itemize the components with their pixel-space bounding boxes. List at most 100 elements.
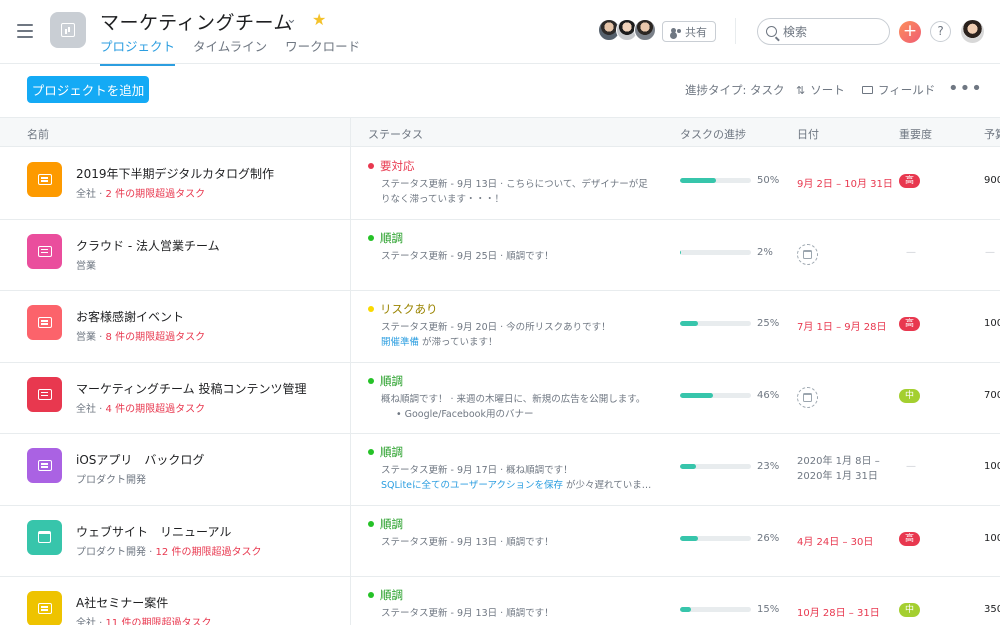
tab-workload[interactable]: ワークロード xyxy=(285,36,360,66)
overdue-count[interactable]: 4 件の期限超過タスク xyxy=(106,404,206,415)
date-picker-button[interactable] xyxy=(797,243,818,265)
project-name[interactable]: 2019年下半期デジタルカタログ制作 xyxy=(76,165,274,182)
column-header-date[interactable]: 日付 xyxy=(797,126,819,142)
project-icon[interactable] xyxy=(27,376,62,412)
priority-badge[interactable]: 中 xyxy=(899,603,921,617)
progress-percent: 2% xyxy=(757,246,773,258)
budget-value[interactable]: 100 xyxy=(984,461,1000,472)
table-row[interactable]: iOSアプリ バックログ プロダクト開発 順調 ステータス更新 - 9月 17日 · … xyxy=(0,434,1000,506)
separator: · xyxy=(96,618,106,625)
status-text: 順調 xyxy=(380,373,403,388)
budget-value[interactable]: 700 xyxy=(984,390,1000,401)
date-line: 2020年 1月 31日 xyxy=(797,471,878,482)
project-icon[interactable] xyxy=(27,305,62,340)
separator: · xyxy=(96,332,106,343)
overdue-count[interactable]: 8 件の期限超過タスク xyxy=(106,332,206,343)
priority-badge[interactable]: 高 xyxy=(899,174,921,188)
add-project-button[interactable]: プロジェクトを追加 xyxy=(27,76,149,103)
overdue-count[interactable]: 12 件の期限超過タスク xyxy=(156,547,262,558)
budget-value[interactable]: 100 xyxy=(984,533,1000,544)
status-label[interactable]: 順調 xyxy=(368,587,403,603)
status-label[interactable]: リスクあり xyxy=(368,301,438,317)
column-header-budget[interactable]: 予算 xyxy=(984,126,1000,142)
date-range[interactable]: 2020年 1月 8日 – 2020年 1月 31日 xyxy=(797,454,880,484)
status-dot-icon xyxy=(368,306,374,312)
budget-empty[interactable]: — xyxy=(985,247,995,258)
date-range[interactable]: 10月 28日 – 31日 xyxy=(797,604,880,619)
project-name[interactable]: マーケティングチーム 投稿コンテンツ管理 xyxy=(76,380,307,397)
status-label[interactable]: 順調 xyxy=(368,230,403,246)
fields-button[interactable]: フィールド xyxy=(862,82,935,98)
project-name[interactable]: iOSアプリ バックログ xyxy=(76,451,204,468)
status-label[interactable]: 順調 xyxy=(368,444,403,460)
task-link[interactable]: 開催準備 xyxy=(381,337,419,348)
table-row[interactable]: ウェブサイト リニューアル プロダクト開発 · 12 件の期限超過タスク 順調 ステー… xyxy=(0,506,1000,577)
column-header-progress[interactable]: タスクの進捗 xyxy=(680,126,746,142)
budget-value[interactable]: 900 xyxy=(984,175,1000,186)
user-avatar[interactable] xyxy=(961,20,984,43)
project-name[interactable]: ウェブサイト リニューアル xyxy=(76,523,231,540)
table-row[interactable]: 2019年下半期デジタルカタログ制作 全社 · 2 件の期限超過タスク 要対応 ステー… xyxy=(0,148,1000,220)
progress-bar xyxy=(680,392,751,398)
table-row[interactable]: マーケティングチーム 投稿コンテンツ管理 全社 · 4 件の期限超過タスク 順調 概ね… xyxy=(0,363,1000,434)
team-label: 全社 xyxy=(76,403,96,415)
calendar-icon xyxy=(803,249,812,259)
column-header-status[interactable]: ステータス xyxy=(368,126,423,142)
quick-add-button[interactable]: + xyxy=(899,21,921,43)
more-options-icon[interactable]: ••• xyxy=(948,78,983,99)
status-update-text: りなく滞っています・・・！ xyxy=(381,194,505,205)
view-tabs: プロジェクト タイムライン ワークロード xyxy=(100,36,360,66)
share-button[interactable]: 共有 xyxy=(662,21,716,42)
table-row[interactable]: A社セミナー案件 全社 · 11 件の期限超過タスク 順調 ステータス更新 - 9月 … xyxy=(0,577,1000,625)
column-header-name[interactable]: 名前 xyxy=(27,126,49,142)
status-update-text: ステータス更新 - 9月 13日 · 順調です！ xyxy=(381,536,554,548)
progress-type-button[interactable]: 進捗タイプ: タスク xyxy=(685,82,785,98)
sort-button[interactable]: ⇅ ソート xyxy=(796,82,845,98)
budget-value[interactable]: 350 xyxy=(984,604,1000,615)
date-range[interactable]: 9月 2日 – 10月 31日 xyxy=(797,175,893,190)
status-label[interactable]: 順調 xyxy=(368,373,403,389)
chevron-down-icon[interactable]: ⌄ xyxy=(286,12,297,27)
priority-empty[interactable]: — xyxy=(906,247,916,258)
project-icon[interactable] xyxy=(27,519,62,555)
overdue-count[interactable]: 2 件の期限超過タスク xyxy=(106,189,206,200)
priority-empty[interactable]: — xyxy=(906,461,916,472)
priority-badge[interactable]: 高 xyxy=(899,317,921,331)
project-icon[interactable] xyxy=(27,233,62,269)
budget-value[interactable]: 100 xyxy=(984,318,1000,329)
overdue-count[interactable]: 11 件の期限超過タスク xyxy=(106,618,212,625)
team-label: プロダクト開発 xyxy=(76,546,146,558)
priority-badge[interactable]: 高 xyxy=(899,531,921,546)
table-row[interactable]: お客様感謝イベント 営業 · 8 件の期限超過タスク リスクあり ステータス更新 - … xyxy=(0,291,1000,363)
priority-badge[interactable]: 中 xyxy=(899,388,921,403)
menu-icon[interactable] xyxy=(17,24,33,38)
search-box[interactable] xyxy=(757,18,890,45)
tab-timeline[interactable]: タイムライン xyxy=(193,36,267,66)
calendar-icon xyxy=(38,531,51,543)
project-icon[interactable] xyxy=(27,448,62,483)
project-name[interactable]: A社セミナー案件 xyxy=(76,594,168,611)
date-picker-button[interactable] xyxy=(797,386,818,408)
status-dot-icon xyxy=(368,592,374,598)
avatar[interactable] xyxy=(634,19,656,41)
status-dot-icon xyxy=(368,520,374,527)
tab-projects[interactable]: プロジェクト xyxy=(100,36,176,66)
table-row[interactable]: クラウド - 法人営業チーム 営業 順調 ステータス更新 - 9月 25日 · 順調で… xyxy=(0,220,1000,291)
member-avatars[interactable] xyxy=(598,19,656,41)
status-label[interactable]: 順調 xyxy=(368,516,403,532)
project-name[interactable]: クラウド - 法人営業チーム xyxy=(76,237,220,254)
star-icon[interactable]: ★ xyxy=(312,10,326,29)
chart-icon xyxy=(61,23,75,37)
document-icon xyxy=(37,317,52,328)
search-input[interactable] xyxy=(783,24,873,39)
status-update-text: ステータス更新 - 9月 20日 · 今の所リスクありです！ xyxy=(381,322,611,333)
column-header-priority[interactable]: 重要度 xyxy=(899,126,932,142)
date-range[interactable]: 4月 24日 – 30日 xyxy=(797,533,873,548)
status-label[interactable]: 要対応 xyxy=(368,158,415,174)
project-icon[interactable] xyxy=(27,591,62,625)
help-button[interactable]: ? xyxy=(930,21,951,42)
project-name[interactable]: お客様感謝イベント xyxy=(76,308,184,325)
project-icon[interactable] xyxy=(27,162,62,197)
date-range[interactable]: 7月 1日 – 9月 28日 xyxy=(797,318,887,333)
task-link[interactable]: SQLiteに全てのユーザーアクションを保存 xyxy=(381,480,563,491)
